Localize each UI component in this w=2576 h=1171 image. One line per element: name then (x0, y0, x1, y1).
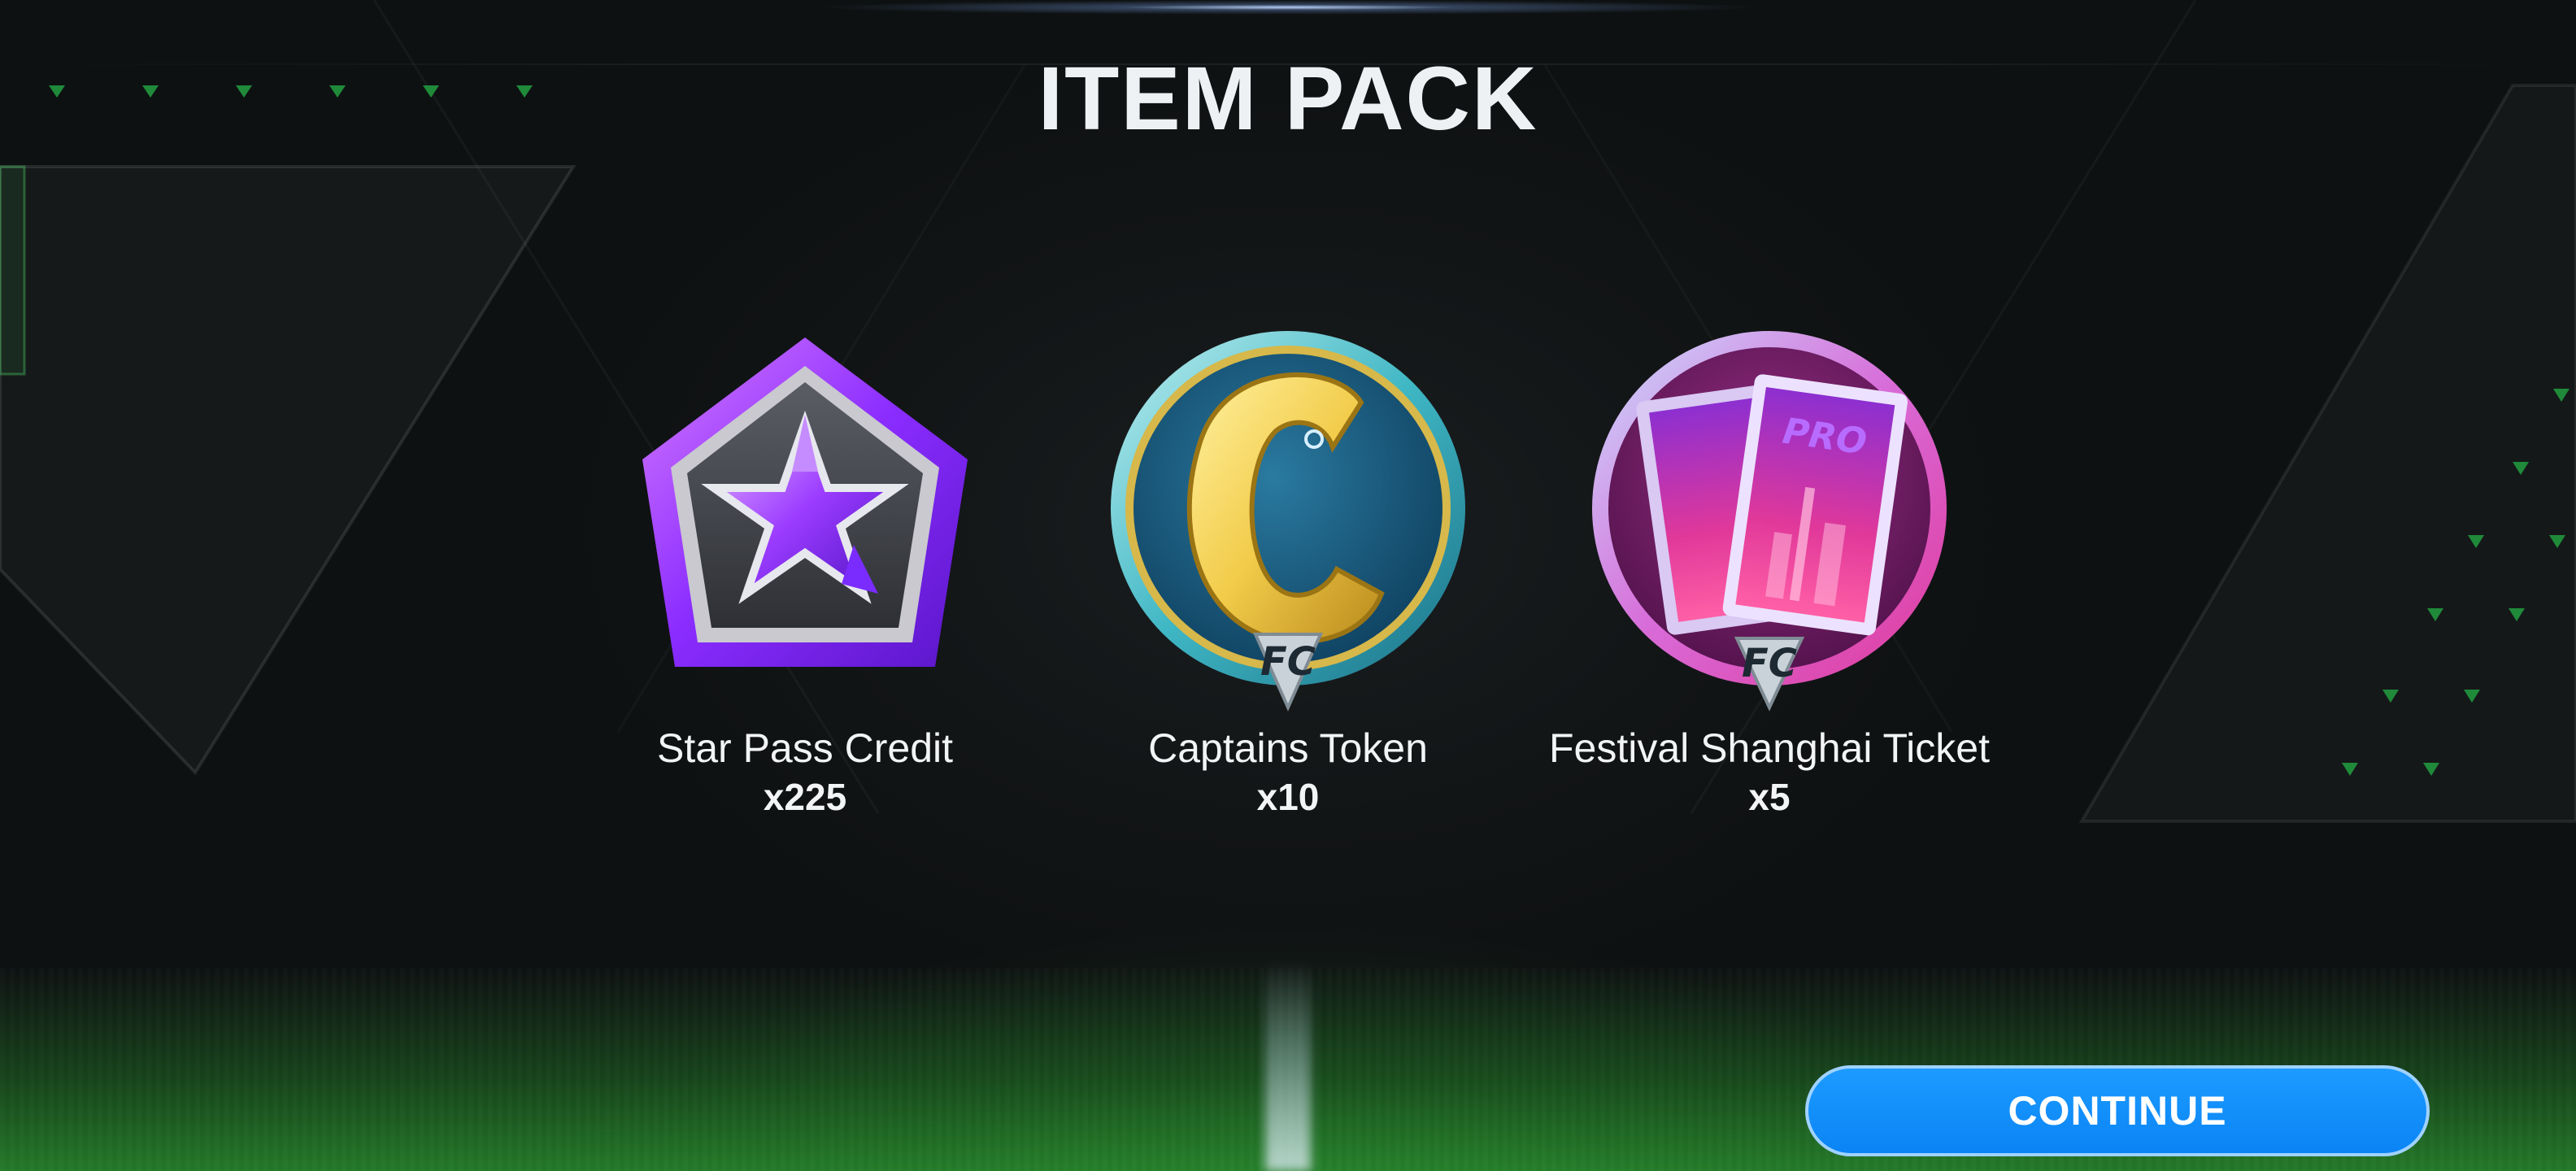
star-pass-credit-icon (610, 325, 1000, 724)
item-quantity: x225 (763, 776, 847, 818)
fc-badge-text: FC (1260, 639, 1316, 685)
captains-token-icon: FC (1093, 325, 1483, 724)
item-quantity: x5 (1748, 776, 1791, 818)
fc-badge-text: FC (1742, 641, 1797, 686)
item-name: Festival Shanghai Ticket (1549, 725, 1990, 771)
item-name: Star Pass Credit (656, 725, 953, 771)
reward-item-star-pass-credit: Star Pass Credit x225 (577, 325, 1033, 821)
page-title: ITEM PACK (1038, 49, 1538, 149)
reward-item-captains-token: FC Captains Token x10 (1060, 325, 1516, 821)
pitch-center-line (1265, 960, 1311, 1171)
continue-button[interactable]: CONTINUE (1805, 1065, 2430, 1156)
reward-item-festival-shanghai-ticket: PRO FC Festival Shanghai Ticket x5 (1542, 325, 1997, 821)
item-pack-screen: ITEM PACK Star Pass Credit x225 FC Capta… (0, 0, 2576, 1171)
item-name: Captains Token (1148, 725, 1428, 771)
festival-shanghai-ticket-icon: PRO FC (1574, 325, 1965, 724)
item-quantity: x10 (1256, 776, 1320, 818)
